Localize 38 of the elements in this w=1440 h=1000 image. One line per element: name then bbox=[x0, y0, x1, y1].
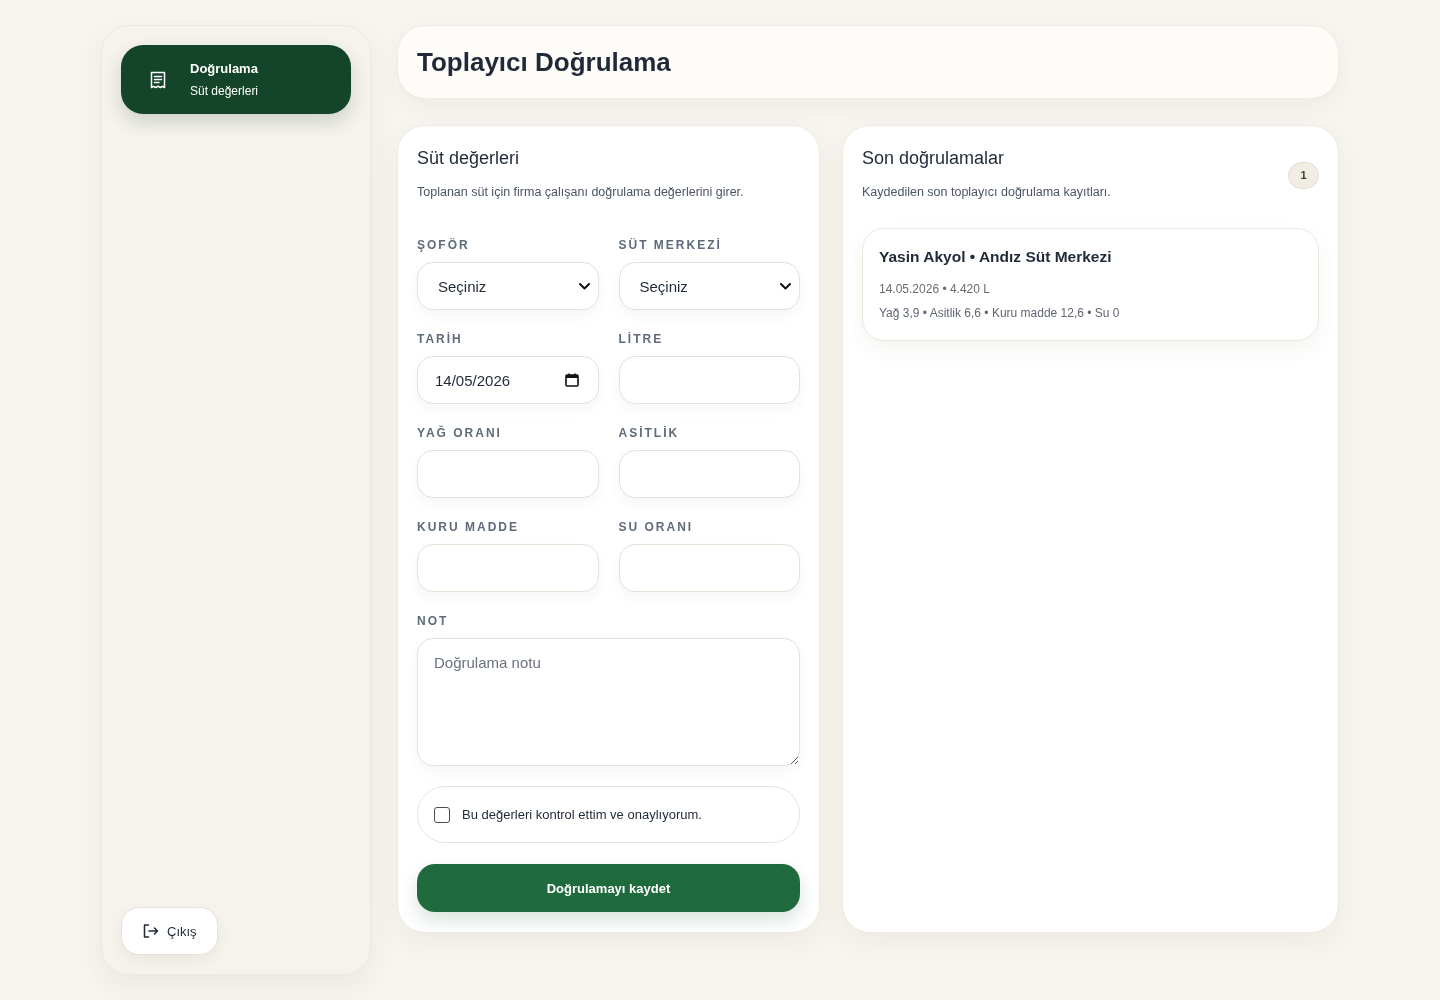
input-field[interactable] bbox=[417, 450, 599, 498]
select-field[interactable]: Seçiniz bbox=[417, 262, 599, 310]
card-description: Kaydedilen son toplayıcı doğrulama kayıtları. bbox=[862, 184, 1111, 201]
checkbox[interactable] bbox=[434, 806, 450, 823]
field-label: SÜT MERKEZİ bbox=[618, 237, 722, 253]
date-field[interactable]: 14/05/2026 bbox=[417, 356, 599, 404]
entry-card[interactable]: Yasin Akyol • Andız Süt Merkezi 14.05.2026 • 4.420 L Yağ 3,9 • Asitlik 6,6 • Kuru madde 12,6 • Su 0 bbox=[862, 228, 1319, 341]
entry-title: Yasin Akyol • Andız Süt Merkezi bbox=[879, 247, 1113, 267]
note-field[interactable]: Doğrulama notu bbox=[417, 638, 800, 766]
page-title: Toplayıcı Doğrulama bbox=[417, 46, 671, 78]
chevron-down-icon bbox=[780, 282, 791, 290]
card-title: Son doğrulamalar bbox=[862, 147, 1006, 170]
checkbox-label[interactable]: Bu değerleri kontrol ettim ve onaylıyorum. bbox=[462, 805, 702, 824]
document-icon bbox=[150, 70, 166, 89]
chevron-down-icon bbox=[578, 282, 590, 290]
field-label: TARİH bbox=[417, 331, 463, 347]
input-field[interactable] bbox=[417, 544, 599, 592]
save-button[interactable]: Doğrulamayı kaydet bbox=[417, 864, 800, 912]
logout-button[interactable]: Çıkış bbox=[121, 907, 218, 955]
card-description: Toplanan süt için firma çalışanı doğrulama değerlerini girer. bbox=[417, 184, 745, 201]
calendar-icon bbox=[564, 373, 579, 387]
input-field[interactable] bbox=[618, 356, 800, 404]
input-field[interactable] bbox=[618, 544, 800, 592]
field-label: YAĞ ORANI bbox=[417, 425, 502, 441]
field-label: LİTRE bbox=[618, 331, 664, 347]
field-label: SU ORANI bbox=[618, 519, 694, 535]
input-field[interactable] bbox=[618, 450, 800, 498]
field-label: ŞOFÖR bbox=[417, 237, 470, 253]
nav-item[interactable]: Doğrulama Süt değerleri bbox=[121, 45, 351, 114]
entry-date-volume: 14.05.2026 • 4.420 L bbox=[879, 281, 991, 297]
field-label: KURU MADDE bbox=[417, 519, 519, 535]
field-label: ASİTLİK bbox=[618, 425, 680, 441]
select-field[interactable]: Seçiniz bbox=[618, 262, 800, 310]
entry-values: Yağ 3,9 • Asitlik 6,6 • Kuru madde 12,6 • Su 0 bbox=[879, 305, 1121, 321]
logout-icon bbox=[143, 924, 159, 938]
field-label: NOT bbox=[417, 613, 449, 629]
card-title: Süt değerleri bbox=[417, 147, 521, 170]
count-badge: 1 bbox=[1288, 161, 1319, 189]
